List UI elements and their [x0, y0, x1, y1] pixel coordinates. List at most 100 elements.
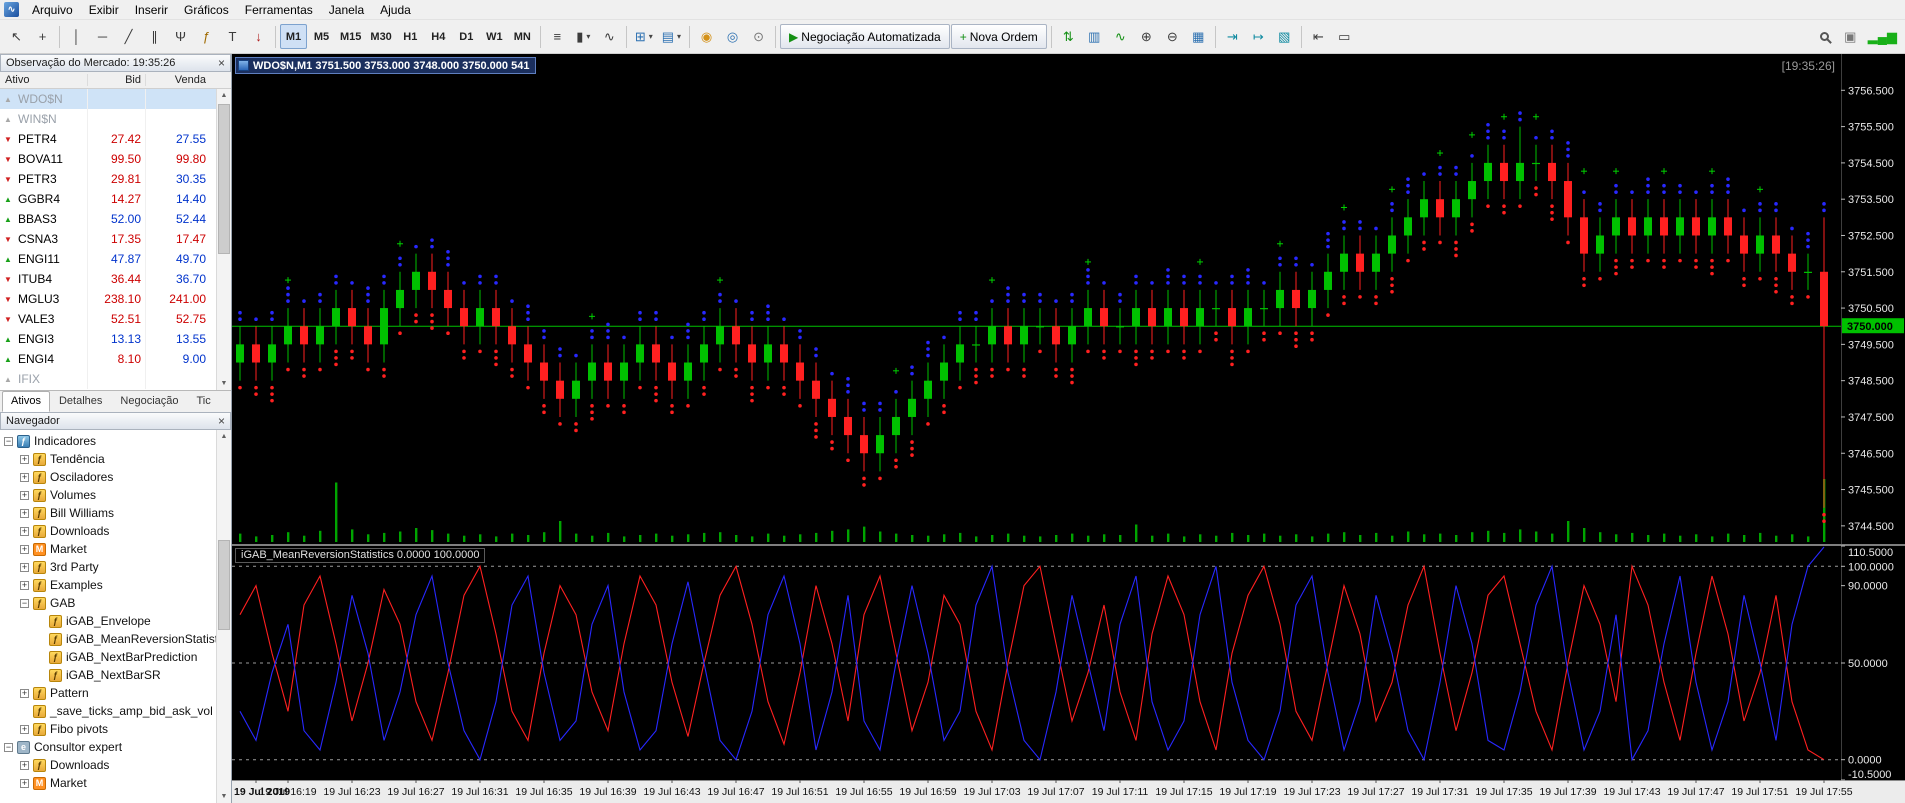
andrews-pitchfork-tool[interactable]: Ψ [168, 24, 193, 49]
horizontal-line-tool[interactable]: ─ [90, 24, 115, 49]
tree-expander-plus[interactable]: + [20, 760, 29, 770]
timeframe-h4-button[interactable]: H4 [425, 24, 452, 49]
menu-item-ferramentas[interactable]: Ferramentas [237, 1, 321, 19]
arrow-objects-tool[interactable]: ↓ [246, 24, 271, 49]
tree-expander-plus[interactable]: + [20, 454, 29, 464]
trendline-tool[interactable]: ╱ [116, 24, 141, 49]
market-watch-row[interactable]: ▼ VALE3 52.51 52.75 [0, 309, 216, 329]
tree-expander-plus[interactable]: + [20, 490, 29, 500]
candlestick-chart-type-button[interactable]: ▮ ▾ [571, 24, 596, 49]
chart-shift-button[interactable]: ↦ [1246, 24, 1271, 49]
tree-item[interactable]: + ƒ 3rd Party [0, 558, 216, 576]
tree-expander-minus[interactable]: − [20, 598, 29, 608]
market-watch-row[interactable]: ▲ ENGI3 13.13 13.55 [0, 329, 216, 349]
equidistant-channel-tool[interactable]: ∥ [142, 24, 167, 49]
tree-item[interactable]: + M Market [0, 774, 216, 792]
market-watch-row[interactable]: ▲ GGBR4 14.27 14.40 [0, 189, 216, 209]
timeframe-m1-button[interactable]: M1 [280, 24, 307, 49]
indicators-button[interactable]: ∿ [1108, 24, 1133, 49]
chart-area[interactable]: 3756.500 3755.500 3754.500 3753.500 3752.500… [232, 54, 1905, 803]
price-chart-svg[interactable]: 3756.500 3755.500 3754.500 3753.500 3752.500… [232, 54, 1905, 803]
market-watch-row[interactable]: ▲ ENGI4 8.10 9.00 [0, 349, 216, 369]
tree-item[interactable]: + ƒ Downloads [0, 756, 216, 774]
market-watch-row[interactable]: ▲ ENGI11 47.87 49.70 [0, 249, 216, 269]
vps-button[interactable]: ⊙ [746, 24, 771, 49]
connection-status[interactable]: ▂▄▆ [1864, 24, 1901, 49]
market-panel-button[interactable]: ◉ [694, 24, 719, 49]
tree-expander-plus[interactable]: + [20, 778, 29, 788]
scroll-down-icon[interactable]: ▼ [217, 377, 231, 390]
tree-item[interactable]: + ƒ Fibo pivots [0, 720, 216, 738]
menu-item-janela[interactable]: Janela [321, 1, 372, 19]
market-watch-row[interactable]: ▲ WDO$N [0, 89, 216, 109]
tab-tic[interactable]: Tic [187, 391, 219, 412]
indicator-window-label[interactable]: iGAB_MeanReversionStatistics 0.0000 100.… [235, 548, 486, 563]
timeframe-mn-button[interactable]: MN [509, 24, 536, 49]
timeframe-w1-button[interactable]: W1 [481, 24, 508, 49]
tree-expander-plus[interactable]: + [20, 562, 29, 572]
close-icon[interactable]: × [218, 415, 225, 427]
chart-title-chip[interactable]: WDO$N,M1 3751.500 3753.000 3748.000 3750… [235, 57, 537, 74]
tree-item[interactable]: + ƒ Tendência [0, 450, 216, 468]
menu-item-inserir[interactable]: Inserir [127, 1, 176, 19]
market-watch-row[interactable]: ▼ BOVA11 99.50 99.80 [0, 149, 216, 169]
tree-item[interactable]: ƒ iGAB_NextBarPrediction [0, 648, 216, 666]
tree-expander-plus[interactable]: + [20, 526, 29, 536]
scroll-down-icon[interactable]: ▼ [217, 790, 231, 803]
line-chart-type-button[interactable]: ∿ [597, 24, 622, 49]
column-header-bid[interactable]: Bid [88, 74, 146, 86]
algo-trading-toggle-button[interactable]: ▶ Negociação Automatizada [780, 24, 950, 49]
tree-item[interactable]: + ƒ Osciladores [0, 468, 216, 486]
navigator-scrollbar[interactable]: ▲ ▼ [216, 430, 231, 803]
market-watch-row[interactable]: ▲ WIN$N [0, 109, 216, 129]
tree-item[interactable]: ƒ iGAB_MeanReversionStatistics [0, 630, 216, 648]
fibonacci-retracement-tool[interactable]: ƒ [194, 24, 219, 49]
timeframe-h1-button[interactable]: H1 [397, 24, 424, 49]
tree-item[interactable]: − ƒ Indicadores [0, 432, 216, 450]
market-watch-scrollbar[interactable]: ▲ ▼ [216, 89, 231, 390]
market-watch-row[interactable]: ▼ ITUB4 36.44 36.70 [0, 269, 216, 289]
tile-windows-button[interactable]: ▦ [1186, 24, 1211, 49]
chart-profiles-button[interactable]: ▤ ▾ [658, 24, 685, 49]
new-chart-button[interactable]: ⊞ ▾ [631, 24, 657, 49]
tree-expander-plus[interactable]: + [20, 688, 29, 698]
menu-item-exibir[interactable]: Exibir [81, 1, 127, 19]
timeframe-m5-button[interactable]: M5 [308, 24, 335, 49]
tree-expander-plus[interactable]: + [20, 544, 29, 554]
signals-button[interactable]: ◎ [720, 24, 745, 49]
tree-item[interactable]: + ƒ Downloads [0, 522, 216, 540]
depth-of-market-button[interactable]: ⇅ [1056, 24, 1081, 49]
column-header-venda[interactable]: Venda [146, 74, 212, 86]
scrollbar-thumb[interactable] [218, 540, 230, 630]
tab-detalhes[interactable]: Detalhes [50, 391, 111, 412]
tree-expander-minus[interactable]: − [4, 742, 13, 752]
market-watch-row[interactable]: ▼ MGLU3 238.10 241.00 [0, 289, 216, 309]
market-watch-row[interactable]: ▼ PETR4 27.42 27.55 [0, 129, 216, 149]
tree-expander-plus[interactable]: + [20, 508, 29, 518]
zoom-in-button[interactable]: ⊕ [1134, 24, 1159, 49]
timeframe-d1-button[interactable]: D1 [453, 24, 480, 49]
notifications-button[interactable]: ▣ [1838, 24, 1863, 49]
tree-expander-plus[interactable]: + [20, 580, 29, 590]
text-label-tool[interactable]: T [220, 24, 245, 49]
crosshair-tool[interactable]: + [30, 24, 55, 49]
tab-negociação[interactable]: Negociação [111, 391, 187, 412]
market-watch-row[interactable]: ▲ IFIX [0, 369, 216, 389]
tree-item[interactable]: ƒ _save_ticks_amp_bid_ask_vol [0, 702, 216, 720]
full-screen-button[interactable]: ▭ [1332, 24, 1357, 49]
tab-ativos[interactable]: Ativos [2, 391, 50, 412]
tree-item[interactable]: + ƒ Volumes [0, 486, 216, 504]
cascade-windows-button[interactable]: ▧ [1272, 24, 1297, 49]
search-button[interactable] [1812, 24, 1837, 49]
step-forward-button[interactable]: ⇤ [1306, 24, 1331, 49]
timeframe-m15-button[interactable]: M15 [336, 24, 365, 49]
tree-item[interactable]: + ƒ Examples [0, 576, 216, 594]
tree-item[interactable]: ƒ iGAB_Envelope [0, 612, 216, 630]
tree-item[interactable]: + M Market [0, 540, 216, 558]
pointer-tool[interactable]: ↖ [4, 24, 29, 49]
tree-item[interactable]: + ƒ Bill Williams [0, 504, 216, 522]
tree-expander-plus[interactable]: + [20, 724, 29, 734]
vertical-line-tool[interactable]: │ [64, 24, 89, 49]
column-header-ativo[interactable]: Ativo [0, 74, 88, 86]
tree-item[interactable]: + ƒ Pattern [0, 684, 216, 702]
